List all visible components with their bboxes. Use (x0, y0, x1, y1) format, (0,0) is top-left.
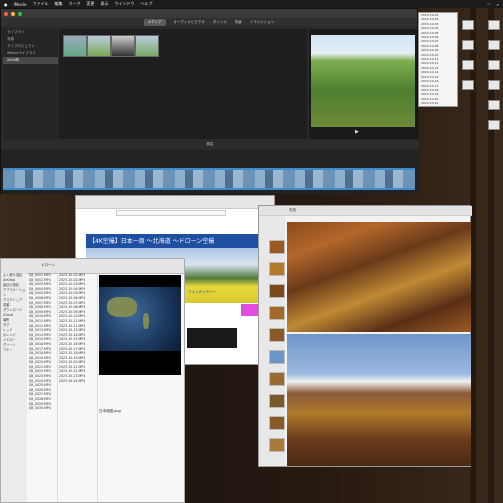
sidebar-item[interactable]: 写真 (3, 36, 58, 43)
timeline-toolbar: 設定 (1, 140, 419, 149)
menu-bar: ● iMovie ファイル 編集 マーク 変更 表示 ウインドウ ヘルプ ◠ ⌕ (0, 0, 503, 8)
photo-thumbnail[interactable] (269, 416, 285, 430)
photos-thumbnail-sidebar (259, 216, 285, 466)
finder-sidebar-item[interactable]: アプリケーション (1, 288, 27, 298)
clip-browser (59, 29, 307, 139)
land-shape (143, 313, 149, 329)
menu-item[interactable]: 表示 (100, 1, 108, 7)
desktop-file-icon[interactable] (488, 80, 500, 90)
finder-column-2: 2023-10-01.MP4 2023-10-02.MP4 2023-10-03.M… (57, 273, 98, 502)
desktop-file-icon[interactable] (488, 120, 500, 130)
photo-thumbnail[interactable] (269, 438, 285, 452)
photo-preview-mountain[interactable] (287, 334, 471, 466)
earth-image (99, 287, 181, 351)
photos-titlebar: 写真 (259, 206, 472, 216)
photo-thumbnail[interactable] (269, 262, 285, 276)
clip-thumbnail[interactable] (63, 35, 87, 57)
play-button[interactable]: ▶ (355, 129, 359, 135)
photo-thumbnail[interactable] (269, 284, 285, 298)
menu-item[interactable]: ヘルプ (140, 1, 152, 7)
minimize-button[interactable] (11, 11, 15, 16)
menu-item[interactable]: ファイル (32, 1, 48, 7)
land-shape (107, 297, 137, 317)
desktop-file-icon[interactable] (462, 80, 474, 90)
zoom-button[interactable] (18, 11, 22, 16)
browser-toolbar (76, 196, 274, 209)
search-icon[interactable]: ⌕ (497, 2, 499, 7)
finder-window: ドローン よく使う項目 AirDrop 最近の項目 アプリケーション デスクトッ… (0, 258, 185, 503)
desktop-file-icon[interactable] (488, 20, 500, 30)
wifi-icon[interactable]: ◠ (487, 2, 491, 7)
sidebar-item[interactable]: iMovieライブラリ (3, 50, 58, 57)
photo-thumbnail[interactable] (269, 328, 285, 342)
tab-backgrounds[interactable]: 背景 (235, 20, 242, 25)
close-button[interactable] (4, 11, 8, 16)
photo-thumbnail[interactable] (269, 350, 285, 364)
preview-filename: 日本地図.png (99, 409, 121, 413)
desktop-file-icon[interactable] (462, 60, 474, 70)
photo-thumbnail[interactable] (269, 372, 285, 386)
file-item[interactable]: 2023-10-21 (419, 101, 457, 105)
finder-column-1: DJI_0001.MP4 DJI_0002.MP4 DJI_0003.MP4 DJI_… (27, 273, 58, 502)
menu-app-name[interactable]: iMovie (14, 2, 27, 7)
menu-item[interactable]: 変更 (86, 1, 94, 7)
desktop-file-icon[interactable] (462, 40, 474, 50)
tab-media[interactable]: メディア (143, 18, 166, 26)
tab-audio-video[interactable]: オーディオとビデオ (174, 20, 205, 25)
apple-icon[interactable]: ● (4, 2, 8, 7)
photos-window: 写真 (258, 205, 472, 467)
tab-transitions[interactable]: トランジション (250, 20, 275, 25)
menu-item[interactable]: マーク (68, 1, 80, 7)
desktop-file-icon[interactable] (488, 100, 500, 110)
timeline-filmstrip[interactable] (3, 168, 415, 190)
finder-file-item[interactable]: 2023-10-24.MP4 (57, 379, 97, 384)
finder-file-item[interactable]: DJI_0030.MP4 (27, 406, 57, 411)
sidebar-item[interactable]: ライブラリ (3, 29, 58, 36)
address-bar[interactable] (116, 210, 226, 216)
finder-sidebar-item[interactable]: ブルー (1, 348, 27, 353)
photo-preview-autumn-forest[interactable] (287, 222, 471, 332)
video-viewer: ▶ (309, 29, 417, 139)
data-panel (187, 328, 237, 348)
desktop-file-icon[interactable] (488, 60, 500, 70)
desktop-file-icon[interactable] (488, 40, 500, 50)
finder-toolbar: ドローン (1, 259, 184, 274)
window-titlebar (1, 9, 417, 18)
clip-thumbnail[interactable] (135, 35, 159, 57)
sidebar-item[interactable]: マイプロジェクト (3, 43, 58, 50)
clip-thumbnail[interactable] (87, 35, 111, 57)
viewer-frame (311, 35, 415, 127)
tab-titles[interactable]: タイトル (213, 20, 227, 25)
gallery-link[interactable]: フォトギャラリー (188, 290, 216, 295)
desktop-wallpaper (488, 0, 494, 503)
photo-thumbnail[interactable] (269, 394, 285, 408)
clip-thumbnail[interactable] (111, 35, 135, 57)
finder-sidebar: よく使う項目 AirDrop 最近の項目 アプリケーション デスクトップ 書類 … (1, 273, 27, 502)
photo-thumbnail[interactable] (269, 306, 285, 320)
library-sidebar: ライブラリ 写真 マイプロジェクト iMovieライブラリ 2024年 (3, 29, 58, 139)
timeline-settings-label[interactable]: 設定 (207, 142, 214, 147)
file-list-window: 2023-10-01 2023-10-02 2023-10-03 2023-10… (418, 12, 458, 107)
desktop-file-icon[interactable] (462, 20, 474, 30)
menu-item[interactable]: 編集 (54, 1, 62, 7)
sidebar-item-selected[interactable]: 2024年 (3, 57, 58, 64)
finder-preview-image (99, 275, 181, 375)
menu-item[interactable]: ウインドウ (114, 1, 134, 7)
media-tabs: メディア オーディオとビデオ タイトル 背景 トランジション (1, 18, 417, 26)
imovie-window: メディア オーディオとビデオ タイトル 背景 トランジション ライブラリ 写真 … (0, 8, 419, 194)
finder-title: ドローン (41, 263, 55, 267)
photo-thumbnail[interactable] (269, 240, 285, 254)
timeline[interactable] (1, 150, 419, 194)
